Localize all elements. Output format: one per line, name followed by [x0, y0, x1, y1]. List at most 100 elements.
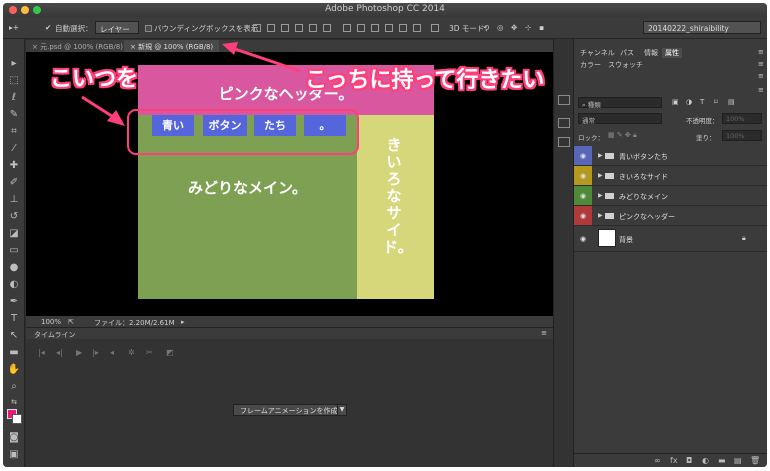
filter-shape-icon[interactable]: ⌑: [714, 98, 718, 106]
blur-tool-icon[interactable]: ●: [7, 261, 21, 275]
panel-menu-icon[interactable]: ≡: [758, 48, 764, 56]
workspace-dropdown[interactable]: 20140222_shiraibility: [643, 21, 761, 34]
distribute-right-icon[interactable]: [413, 24, 421, 32]
gradient-tool-icon[interactable]: ▭: [7, 244, 21, 258]
3d-orbit-icon[interactable]: ⟲: [483, 23, 489, 32]
quick-select-tool-icon[interactable]: ✎: [7, 108, 21, 122]
bounding-box-checkbox[interactable]: [145, 25, 152, 32]
chevron-down-icon[interactable]: ▼: [337, 404, 347, 416]
tab-properties[interactable]: 属性: [662, 48, 682, 58]
close-tab-icon[interactable]: ×: [32, 43, 38, 51]
screen-mode-icon[interactable]: ▣: [7, 448, 21, 462]
distribute-left-icon[interactable]: [385, 24, 393, 32]
timeline-menu-icon[interactable]: ≡: [541, 329, 547, 337]
audio-icon[interactable]: ◂: [110, 348, 114, 357]
new-layer-icon[interactable]: ▤: [734, 456, 742, 465]
tab-paths[interactable]: パス: [620, 48, 634, 58]
transition-icon[interactable]: ◩: [166, 348, 174, 357]
lasso-tool-icon[interactable]: ℓ: [7, 91, 21, 105]
close-tab-icon[interactable]: ×: [130, 43, 136, 51]
eyedropper-tool-icon[interactable]: ⁄: [7, 142, 21, 156]
crop-tool-icon[interactable]: ⌗: [7, 125, 21, 139]
mask-icon[interactable]: ◘: [686, 456, 692, 465]
scissors-icon[interactable]: ✂: [146, 348, 153, 357]
marquee-tool-icon[interactable]: ⬚: [7, 74, 21, 88]
healing-tool-icon[interactable]: ✚: [7, 159, 21, 173]
link-icon[interactable]: ∞: [654, 456, 661, 465]
lock-icons[interactable]: ▦ ✎ ✥ 🔒︎: [608, 131, 637, 140]
trash-icon[interactable]: 🗑︎: [750, 456, 760, 465]
eye-icon[interactable]: ◉: [578, 212, 588, 220]
dodge-tool-icon[interactable]: ◐: [7, 278, 21, 292]
default-colors-icon[interactable]: ⇆: [7, 395, 21, 409]
eye-icon[interactable]: ◉: [578, 192, 588, 200]
fill-input[interactable]: 100%: [722, 130, 762, 141]
properties-icon[interactable]: [558, 118, 570, 128]
align-right-icon[interactable]: [323, 24, 331, 32]
expand-arrow-icon[interactable]: ▶: [598, 172, 603, 179]
align-bottom-icon[interactable]: [281, 24, 289, 32]
history-brush-tool-icon[interactable]: ↺: [7, 210, 21, 224]
settings-icon[interactable]: ✲: [128, 348, 135, 357]
3d-slide-icon[interactable]: ⊹: [525, 23, 531, 32]
move-tool-icon[interactable]: ▸+: [9, 23, 19, 32]
export-icon[interactable]: ⇱: [68, 318, 74, 326]
play-icon[interactable]: ▶: [76, 348, 82, 357]
status-arrow-icon[interactable]: ▸: [181, 318, 185, 326]
layer-row[interactable]: ◉ ▶ きいろなサイド: [574, 166, 767, 186]
tab-swatches[interactable]: スウォッチ: [608, 60, 643, 70]
eraser-tool-icon[interactable]: ◪: [7, 227, 21, 241]
stamp-tool-icon[interactable]: ⊥: [7, 193, 21, 207]
filter-type-icon[interactable]: T: [700, 98, 704, 106]
filter-smart-icon[interactable]: ▤: [728, 98, 735, 106]
opacity-input[interactable]: 100%: [722, 113, 762, 124]
layer-row[interactable]: ◉ ▶ 青いボタンたち: [574, 146, 767, 166]
3d-scale-icon[interactable]: ▪: [539, 23, 544, 32]
tab-color[interactable]: カラー: [580, 60, 601, 70]
fx-icon[interactable]: fx: [670, 456, 678, 465]
align-vcenter-icon[interactable]: [267, 24, 275, 32]
distribute-bottom-icon[interactable]: [371, 24, 379, 32]
auto-select-dropdown[interactable]: レイヤー: [95, 21, 139, 34]
3d-roll-icon[interactable]: ◎: [497, 23, 504, 32]
eye-icon[interactable]: ◉: [578, 152, 588, 160]
background-color-swatch[interactable]: [12, 414, 22, 424]
panel-menu-icon[interactable]: ≡: [758, 60, 764, 68]
shape-tool-icon[interactable]: ▬: [7, 346, 21, 360]
move-tool-icon[interactable]: ▸: [7, 57, 21, 71]
layer-row[interactable]: ◉ ▶ ピンクなヘッダー: [574, 206, 767, 226]
align-hcenter-icon[interactable]: [309, 24, 317, 32]
distribute-vcenter-icon[interactable]: [357, 24, 365, 32]
blend-mode-dropdown[interactable]: 通常: [578, 113, 662, 125]
tab-original[interactable]: × 元.psd @ 100% (RGB/8): [26, 40, 129, 52]
align-left-icon[interactable]: [295, 24, 303, 32]
bounding-box-option[interactable]: バウンディングボックスを表示: [145, 23, 258, 34]
hand-tool-icon[interactable]: ✋: [7, 363, 21, 377]
align-top-icon[interactable]: [253, 24, 261, 32]
zoom-tool-icon[interactable]: ⌕: [7, 380, 21, 394]
new-group-icon[interactable]: ▬: [718, 456, 726, 465]
path-select-tool-icon[interactable]: ↖: [7, 329, 21, 343]
panel-menu-icon[interactable]: ≡: [758, 72, 764, 80]
expand-arrow-icon[interactable]: ▶: [598, 212, 603, 219]
history-icon[interactable]: [558, 95, 570, 105]
prev-frame-icon[interactable]: ◂|: [56, 348, 63, 357]
auto-select-checkbox[interactable]: ✔: [45, 23, 51, 32]
panel-menu-icon[interactable]: ≡: [758, 86, 764, 94]
filter-pixel-icon[interactable]: ▣: [672, 98, 679, 106]
eye-icon[interactable]: ◉: [578, 172, 588, 180]
quick-mask-icon[interactable]: ◙: [7, 431, 21, 445]
eye-icon[interactable]: ◉: [578, 235, 588, 243]
tab-channels[interactable]: チャンネル: [580, 48, 615, 58]
adjustment-icon[interactable]: ◐: [702, 456, 709, 465]
create-frame-animation-button[interactable]: フレームアニメーションを作成: [233, 404, 345, 416]
pen-tool-icon[interactable]: ✒: [7, 295, 21, 309]
3d-pan-icon[interactable]: ✥: [511, 23, 517, 32]
expand-arrow-icon[interactable]: ▶: [598, 152, 603, 159]
libraries-icon[interactable]: [558, 137, 570, 147]
distribute-hcenter-icon[interactable]: [399, 24, 407, 32]
yellow-side[interactable]: きいろなサイド。: [357, 115, 434, 299]
next-frame-icon[interactable]: |▸: [92, 348, 99, 357]
auto-align-icon[interactable]: [431, 24, 439, 32]
layer-kind-filter[interactable]: ⌕ 種類: [578, 97, 662, 109]
